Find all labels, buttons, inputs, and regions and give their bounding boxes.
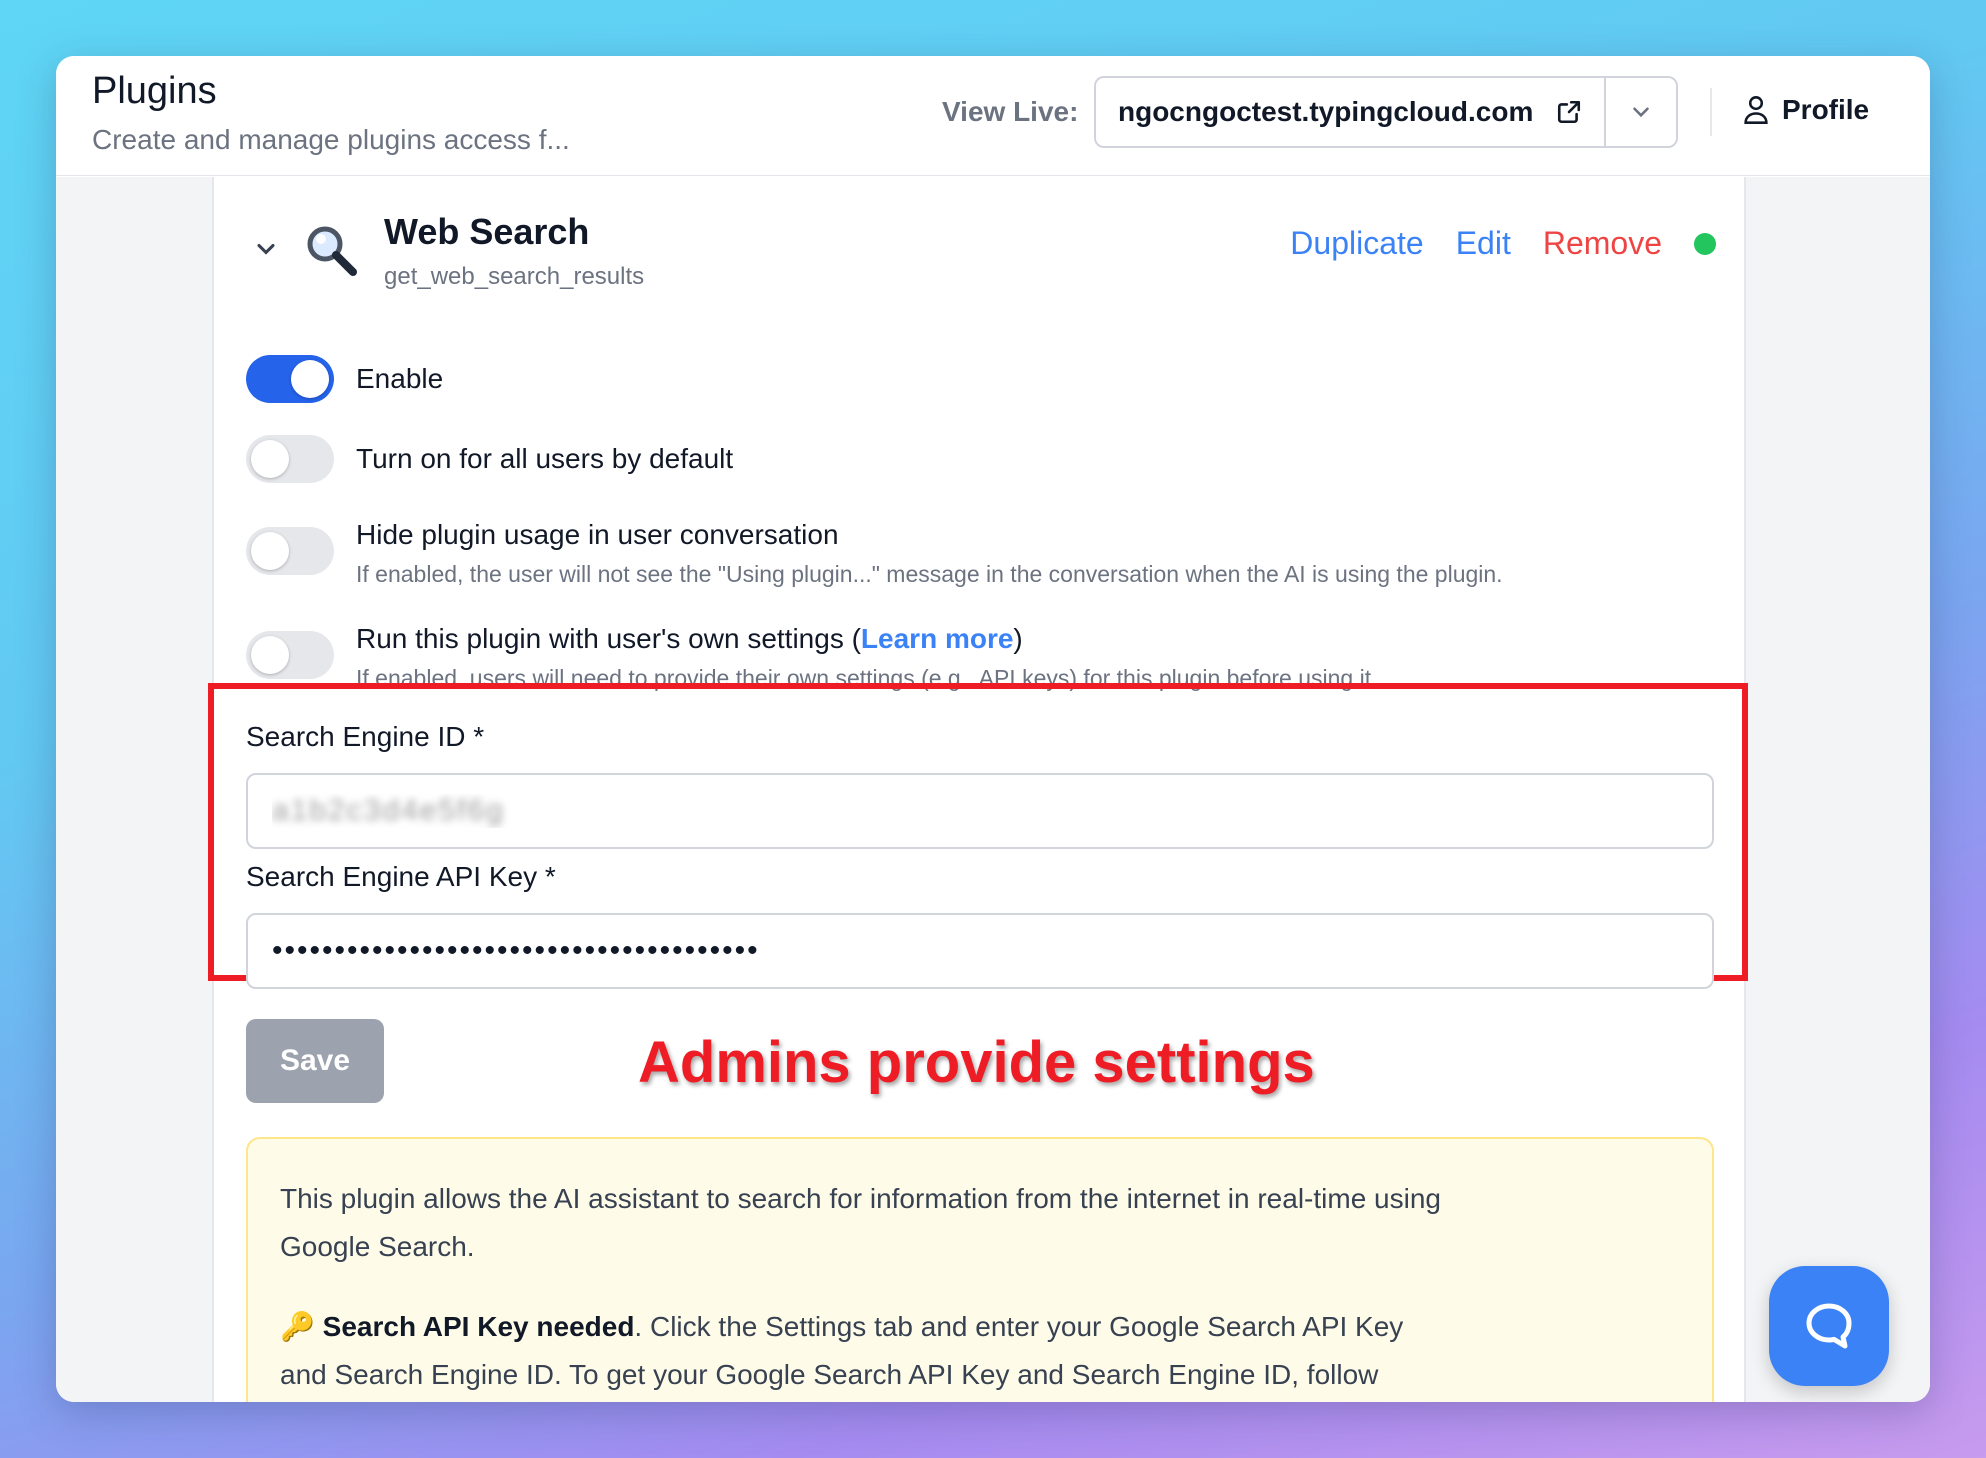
plugin-card: Web Search get_web_search_results Duplic…	[208, 177, 1748, 1402]
engine-id-input[interactable]	[246, 773, 1714, 849]
chat-bubble-icon	[1806, 1303, 1852, 1349]
plugin-actions: Duplicate Edit Remove	[1290, 225, 1716, 262]
status-indicator	[1694, 232, 1716, 255]
user-icon	[1744, 96, 1768, 124]
enable-toggle[interactable]	[246, 355, 334, 403]
profile-label: Profile	[1782, 94, 1870, 125]
divider	[1710, 88, 1712, 136]
own-settings-label: Run this plugin with user's own settings…	[356, 623, 1023, 654]
enable-label: Enable	[356, 363, 444, 394]
external-link-icon[interactable]	[1556, 99, 1582, 125]
magnifier-icon	[307, 226, 357, 276]
top-bar: Plugins Create and manage plugins access…	[56, 56, 1930, 176]
save-button[interactable]: Save	[246, 1019, 384, 1103]
info-box: This plugin allows the AI assistant to s…	[246, 1137, 1714, 1402]
view-live-label: View Live:	[942, 96, 1079, 127]
default-on-label: Turn on for all users by default	[356, 443, 734, 474]
hide-usage-toggle[interactable]	[246, 527, 334, 575]
app-window: Plugins Create and manage plugins access…	[56, 56, 1930, 1402]
api-key-label: Search Engine API Key *	[246, 861, 556, 892]
chat-support-button[interactable]	[1769, 1266, 1889, 1386]
duplicate-button[interactable]: Duplicate	[1290, 225, 1423, 262]
site-dropdown-button[interactable]	[1606, 77, 1676, 147]
plugin-function-name: get_web_search_results	[384, 263, 645, 290]
page-subtitle: Create and manage plugins access f...	[92, 124, 570, 155]
info-paragraph-2: 🔑 Search API Key needed. Click the Setti…	[280, 1311, 1404, 1390]
site-selector[interactable]: ngocngoctest.typingcloud.com	[1094, 76, 1678, 148]
chevron-down-icon	[1633, 107, 1649, 118]
site-link[interactable]: ngocngoctest.typingcloud.com	[1096, 96, 1556, 128]
hide-usage-description: If enabled, the user will not see the "U…	[356, 561, 1503, 587]
annotation-text: Admins provide settings	[638, 1030, 1315, 1095]
chevron-down-icon[interactable]	[252, 235, 280, 263]
edit-button[interactable]: Edit	[1456, 225, 1511, 262]
learn-more-link[interactable]: Learn more	[861, 623, 1014, 654]
plugin-name: Web Search	[384, 211, 590, 252]
remove-button[interactable]: Remove	[1543, 225, 1662, 262]
profile-button[interactable]: Profile	[1742, 94, 1869, 126]
api-key-input[interactable]	[246, 913, 1714, 989]
default-on-toggle[interactable]	[246, 435, 334, 483]
main-content: Web Search get_web_search_results Duplic…	[56, 177, 1930, 1402]
own-settings-toggle[interactable]	[246, 631, 334, 679]
page-title: Plugins	[92, 70, 217, 112]
key-icon: 🔑	[280, 1311, 315, 1342]
hide-usage-label: Hide plugin usage in user conversation	[356, 519, 839, 550]
info-paragraph-1: This plugin allows the AI assistant to s…	[280, 1183, 1441, 1262]
engine-id-label: Search Engine ID *	[246, 721, 485, 752]
